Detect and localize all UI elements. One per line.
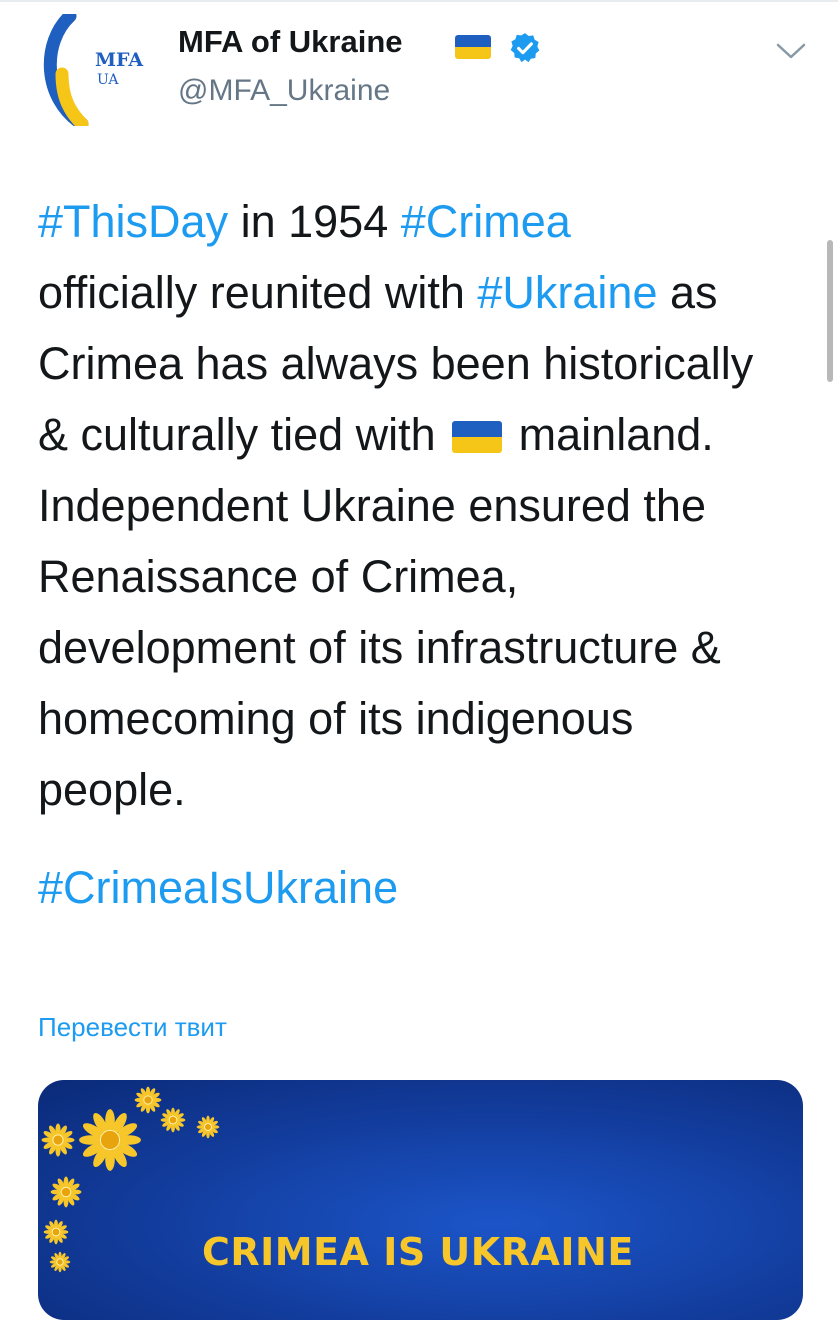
sunflower-icon [41,1123,75,1157]
tweet-text-span: officially reunited with [38,267,478,318]
account-handle[interactable]: @MFA_Ukraine [178,74,390,108]
sunflower-icon [79,1109,141,1171]
ukraine-flag-icon [452,421,503,453]
sunflower-icon [134,1086,162,1114]
verified-badge-icon [510,33,540,63]
tweet-line: & culturally tied with mainland. [38,399,828,470]
sunflower-icon [43,1219,69,1245]
sunflower-icon [196,1115,220,1139]
avatar-text-top: MFA [95,49,143,71]
tweet-text: #ThisDay in 1954 #Crimea officially reuni… [38,186,828,825]
tweet-text-span: mainland. [506,409,714,460]
tweet-text-span: people. [38,764,186,815]
tweet-text-span: as [657,267,718,318]
sunflower-icon [160,1107,186,1133]
tweet-text-span: Independent Ukraine ensured the [38,480,706,531]
translate-tweet-link[interactable]: Перевести твит [38,1012,227,1043]
hashtag-link[interactable]: #Ukraine [477,267,657,318]
chevron-down-icon[interactable] [774,40,808,62]
tweet-line: #ThisDay in 1954 #Crimea [38,186,828,257]
tweet-line: people. [38,754,828,825]
tweet-text-span: & culturally tied with [38,409,449,460]
tweet-text-span: Crimea has always been historically [38,338,754,389]
sunflower-icon [50,1176,82,1208]
tweet-line: homecoming of its indigenous [38,683,828,754]
sunflower-icon [49,1251,71,1273]
hashtag-link[interactable]: #ThisDay [38,196,228,247]
top-divider [0,0,838,2]
ukraine-flag-icon [455,35,491,59]
media-image-card[interactable]: CRIMEA IS UKRAINE [38,1080,803,1320]
media-caption: CRIMEA IS UKRAINE [202,1230,634,1274]
tweet-text-span: homecoming of its indigenous [38,693,634,744]
tweet-line: development of its infrastructure & [38,612,828,683]
tweet-text-span: in 1954 [228,196,401,247]
sunflowers-decoration-icon [41,1086,220,1273]
avatar-text-bottom: UA [97,72,119,88]
tweet-line: Crimea has always been historically [38,328,828,399]
profile-avatar[interactable]: MFA UA [40,14,164,126]
tweet-line: officially reunited with #Ukraine as [38,257,828,328]
tweet-text-span: Renaissance of Crimea, [38,551,519,602]
tweet-text-span: development of its infrastructure & [38,622,721,673]
tweet-line: Independent Ukraine ensured the [38,470,828,541]
hashtag-link[interactable]: #CrimeaIsUkraine [38,862,398,913]
tweet-line: Renaissance of Crimea, [38,541,828,612]
hashtag-link[interactable]: #Crimea [401,196,571,247]
display-name[interactable]: MFA of Ukraine [178,24,403,60]
hashtag-crimea-is-ukraine[interactable]: #CrimeaIsUkraine [38,858,398,918]
